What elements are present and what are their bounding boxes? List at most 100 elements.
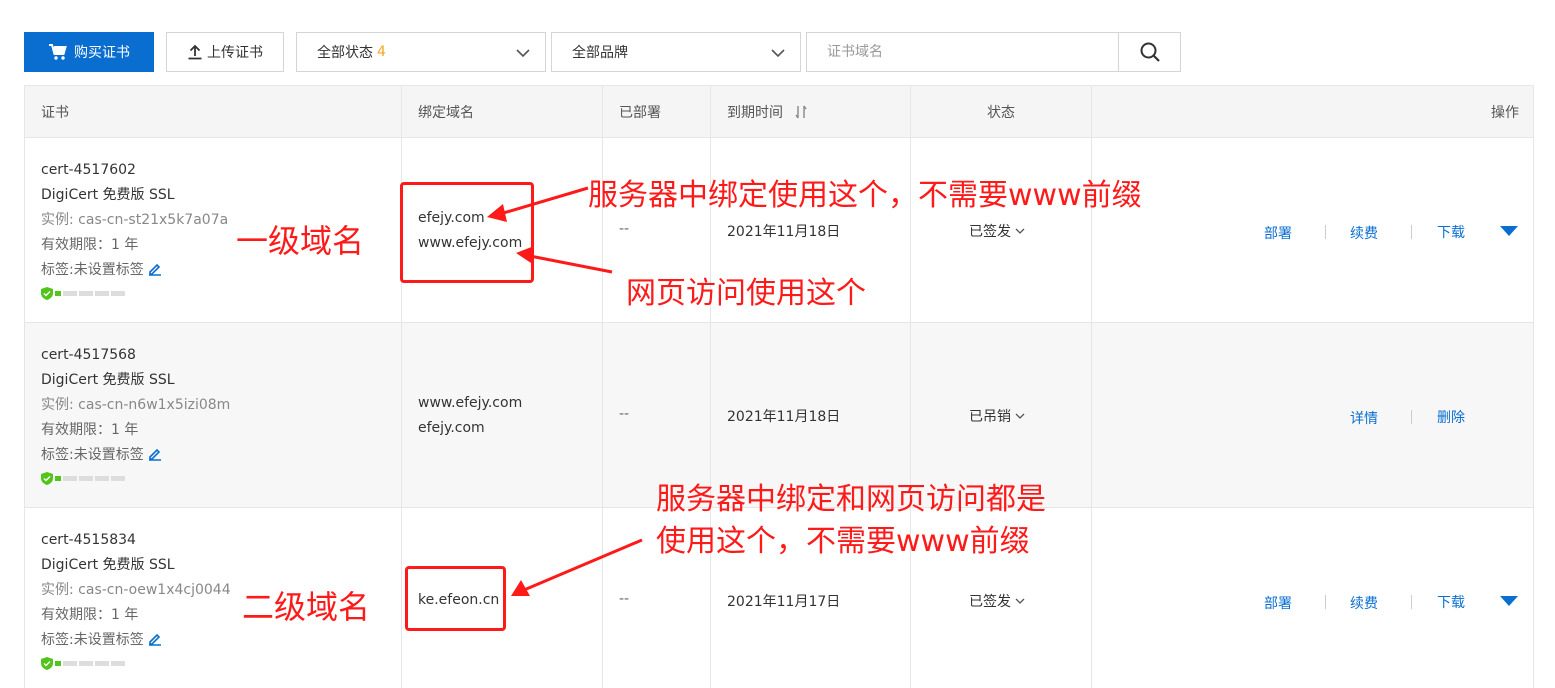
cert-instance: 实例: cas-cn-st21x5k7a07a	[41, 212, 229, 228]
domain-cell: www.efejy.com efejy.com	[402, 323, 603, 507]
triangle-down-icon[interactable]	[1500, 226, 1518, 236]
meter-segment	[95, 476, 109, 481]
cert-id[interactable]: cert-4517602	[41, 158, 228, 183]
chevron-down-icon	[1015, 413, 1025, 419]
cert-tag: 标签:未设置标签	[41, 443, 230, 468]
upload-certificate-label: 上传证书	[207, 45, 263, 61]
shield-icon	[41, 287, 53, 300]
security-meter	[41, 472, 230, 485]
status-label: 已签发	[969, 594, 1011, 610]
upload-icon	[188, 44, 202, 60]
expiry-date: 2021年11月18日	[727, 409, 841, 425]
actions-cell: 详情 删除	[1092, 323, 1535, 507]
cert-validity: 有效期限：1 年	[41, 607, 139, 623]
search-box	[806, 32, 1181, 72]
search-icon	[1140, 42, 1160, 62]
meter-segment	[79, 291, 93, 296]
cert-tag-label: 标签:未设置标签	[41, 447, 144, 463]
shield-icon	[41, 472, 53, 485]
annotation-both-line1: 服务器中绑定和网页访问都是	[656, 482, 1046, 517]
buy-certificate-label: 购买证书	[74, 45, 130, 61]
search-button[interactable]	[1118, 33, 1180, 71]
meter-segment	[95, 661, 109, 666]
chevron-down-icon	[1015, 598, 1025, 604]
annotation-second-level-domain: 二级域名	[242, 588, 371, 626]
deployed-value: --	[619, 221, 630, 237]
status-filter-label: 全部状态	[317, 45, 373, 61]
upload-certificate-button[interactable]: 上传证书	[166, 32, 284, 72]
brand-filter-label: 全部品牌	[572, 45, 628, 61]
brand-filter-select[interactable]: 全部品牌	[551, 32, 801, 72]
annotation-box	[400, 182, 534, 283]
chevron-down-icon	[1015, 228, 1025, 234]
annotation-first-level-domain: 一级域名	[236, 222, 365, 260]
renew-button[interactable]: 续费	[1350, 593, 1378, 613]
edit-icon[interactable]	[148, 632, 162, 646]
details-button[interactable]: 详情	[1350, 408, 1378, 428]
cert-tag-label: 标签:未设置标签	[41, 632, 144, 648]
divider	[1411, 410, 1412, 424]
status-dropdown[interactable]: 已吊销	[969, 406, 1025, 426]
deploy-button[interactable]: 部署	[1264, 593, 1292, 613]
header-cert-label: 证书	[41, 105, 69, 121]
meter-segment	[55, 661, 61, 666]
status-dropdown[interactable]: 已签发	[969, 221, 1025, 241]
header-deployed-label: 已部署	[619, 105, 661, 121]
cert-tag: 标签:未设置标签	[41, 258, 228, 283]
status-label: 已签发	[969, 224, 1011, 240]
edit-icon[interactable]	[148, 447, 162, 461]
cart-icon	[49, 44, 67, 60]
header-actions-label: 操作	[1491, 105, 1519, 121]
deploy-button[interactable]: 部署	[1264, 223, 1292, 243]
deployed-value: --	[619, 591, 630, 607]
cert-id[interactable]: cert-4517568	[41, 343, 230, 368]
header-deployed: 已部署	[603, 86, 711, 138]
cert-tag: 标签:未设置标签	[41, 628, 231, 653]
meter-segment	[63, 661, 77, 666]
cert-validity: 有效期限：1 年	[41, 422, 139, 438]
edit-icon[interactable]	[148, 262, 162, 276]
status-filter-select[interactable]: 全部状态 4	[296, 32, 546, 72]
cert-validity: 有效期限：1 年	[41, 237, 139, 253]
meter-segment	[79, 661, 93, 666]
sort-icon[interactable]	[795, 105, 807, 119]
cert-name: DigiCert 免费版 SSL	[41, 372, 175, 388]
divider	[1325, 225, 1326, 239]
meter-segment	[111, 661, 125, 666]
annotation-web-access: 网页访问使用这个	[626, 276, 866, 311]
cert-id[interactable]: cert-4515834	[41, 528, 231, 553]
header-expiry[interactable]: 到期时间	[711, 86, 911, 138]
annotation-server-bind: 服务器中绑定使用这个，不需要www前缀	[588, 178, 1142, 213]
domain-search-input[interactable]	[807, 33, 1119, 71]
divider	[1411, 225, 1412, 239]
divider	[1325, 595, 1326, 609]
header-cert: 证书	[25, 86, 402, 138]
cert-name: DigiCert 免费版 SSL	[41, 187, 175, 203]
meter-segment	[79, 476, 93, 481]
download-button[interactable]: 下载	[1437, 222, 1465, 242]
meter-segment	[55, 291, 61, 296]
expiry-date: 2021年11月18日	[727, 224, 841, 240]
buy-certificate-button[interactable]: 购买证书	[24, 32, 154, 72]
security-meter	[41, 657, 231, 670]
download-button[interactable]: 下载	[1437, 592, 1465, 612]
expiry-date: 2021年11月17日	[727, 594, 841, 610]
chevron-down-icon	[516, 49, 530, 58]
status-filter-count: 4	[377, 44, 386, 60]
renew-button[interactable]: 续费	[1350, 223, 1378, 243]
header-actions: 操作	[1092, 86, 1535, 138]
triangle-down-icon[interactable]	[1500, 596, 1518, 606]
status-cell: 已签发	[911, 138, 1092, 322]
annotation-both-line2: 使用这个，不需要www前缀	[656, 524, 1030, 559]
header-domain-label: 绑定域名	[418, 105, 474, 121]
actions-cell: 部署 续费 下载	[1092, 138, 1535, 322]
status-dropdown[interactable]: 已签发	[969, 591, 1025, 611]
header-expiry-label: 到期时间	[727, 105, 783, 121]
header-status: 状态	[911, 86, 1092, 138]
delete-button[interactable]: 删除	[1437, 407, 1465, 427]
bound-domain: efejy.com	[418, 420, 485, 436]
divider	[1411, 595, 1412, 609]
meter-segment	[111, 476, 125, 481]
cert-instance: 实例: cas-cn-n6w1x5izi08m	[41, 397, 231, 413]
annotation-box	[405, 566, 506, 631]
